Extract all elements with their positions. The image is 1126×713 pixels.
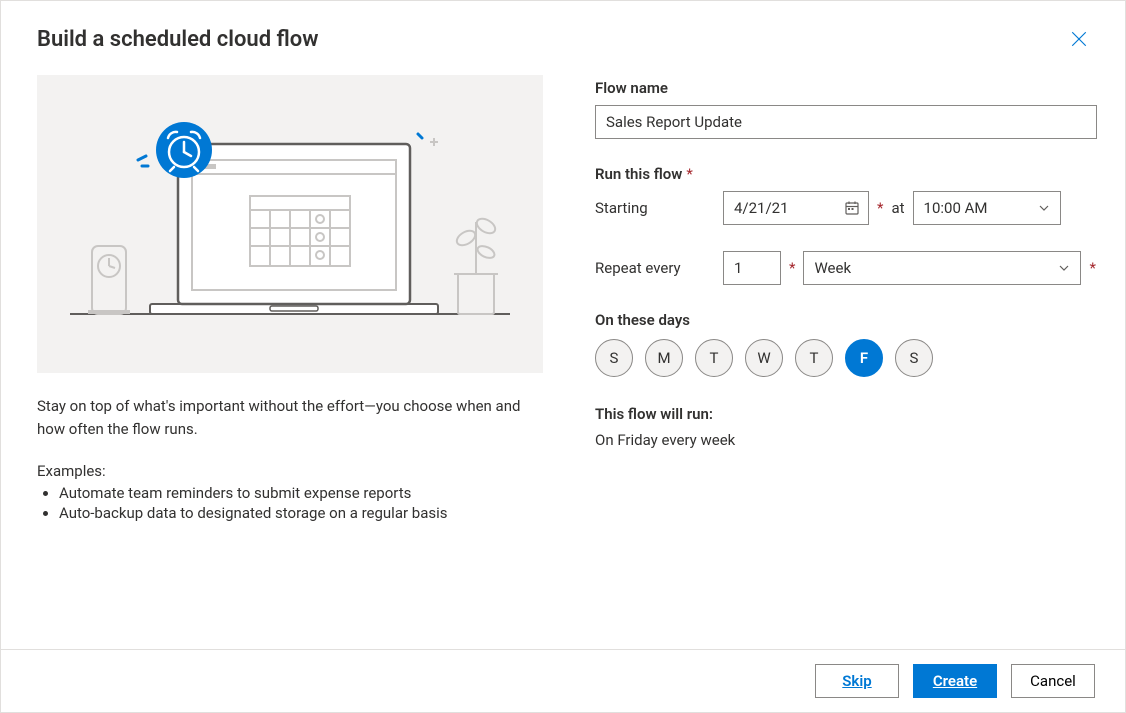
required-star: *	[1089, 259, 1095, 277]
day-toggle-thu[interactable]: T	[795, 339, 833, 377]
cancel-button[interactable]: Cancel	[1011, 664, 1095, 698]
at-label: at	[891, 199, 904, 217]
flow-name-section: Flow name	[595, 79, 1097, 139]
dialog-body: Stay on top of what's important without …	[1, 55, 1125, 649]
run-this-flow-label: Run this flow*	[595, 165, 1097, 183]
days-section: On these days S M T W T F S	[595, 311, 1097, 377]
starting-date-picker[interactable]: 4/21/21	[723, 191, 869, 225]
left-panel: Stay on top of what's important without …	[37, 75, 543, 649]
calendar-icon	[844, 200, 860, 216]
examples-list: Automate team reminders to submit expens…	[37, 484, 543, 522]
repeat-label: Repeat every	[595, 259, 715, 277]
chevron-down-icon	[1038, 202, 1050, 214]
day-toggle-tue[interactable]: T	[695, 339, 733, 377]
dialog-footer: Skip Create Cancel	[1, 649, 1125, 712]
day-toggle-sun[interactable]: S	[595, 339, 633, 377]
day-toggle-fri[interactable]: F	[845, 339, 883, 377]
examples-label: Examples:	[37, 462, 543, 480]
days-picker: S M T W T F S	[595, 339, 1097, 377]
skip-button[interactable]: Skip	[815, 664, 899, 698]
repeat-row: Repeat every * Week *	[595, 251, 1097, 285]
on-these-days-label: On these days	[595, 311, 1097, 329]
flow-name-label: Flow name	[595, 79, 1097, 97]
flow-name-input[interactable]	[595, 105, 1097, 139]
starting-time-picker[interactable]: 10:00 AM	[913, 191, 1061, 225]
day-toggle-wed[interactable]: W	[745, 339, 783, 377]
will-run-label: This flow will run:	[595, 405, 1097, 423]
starting-label: Starting	[595, 199, 715, 217]
illustration	[37, 75, 543, 373]
summary-section: This flow will run: On Friday every week	[595, 405, 1097, 449]
will-run-text: On Friday every week	[595, 431, 1097, 449]
required-star: *	[686, 165, 692, 183]
dialog-header: Build a scheduled cloud flow	[1, 1, 1125, 55]
day-toggle-mon[interactable]: M	[645, 339, 683, 377]
required-star: *	[877, 199, 883, 217]
starting-date-value: 4/21/21	[734, 199, 789, 217]
example-item: Auto-backup data to designated storage o…	[59, 504, 543, 522]
close-button[interactable]	[1063, 23, 1095, 55]
scheduled-flow-dialog: Build a scheduled cloud flow	[0, 0, 1126, 713]
schedule-illustration	[60, 104, 520, 344]
starting-time-value: 10:00 AM	[924, 199, 988, 217]
description-text: Stay on top of what's important without …	[37, 395, 543, 440]
right-panel: Flow name Run this flow* Starting 4/21/2…	[595, 75, 1097, 649]
repeat-count-input[interactable]	[723, 251, 781, 285]
starting-row: Starting 4/21/21 * at 10:00 AM	[595, 191, 1097, 225]
run-section: Run this flow* Starting 4/21/21 *	[595, 165, 1097, 285]
dialog-title: Build a scheduled cloud flow	[37, 27, 319, 52]
close-icon	[1070, 30, 1088, 48]
repeat-unit-select[interactable]: Week	[803, 251, 1081, 285]
chevron-down-icon	[1058, 262, 1070, 274]
create-button[interactable]: Create	[913, 664, 997, 698]
repeat-unit-value: Week	[814, 259, 851, 277]
example-item: Automate team reminders to submit expens…	[59, 484, 543, 502]
day-toggle-sat[interactable]: S	[895, 339, 933, 377]
run-label-text: Run this flow	[595, 165, 682, 183]
required-star: *	[789, 259, 795, 277]
